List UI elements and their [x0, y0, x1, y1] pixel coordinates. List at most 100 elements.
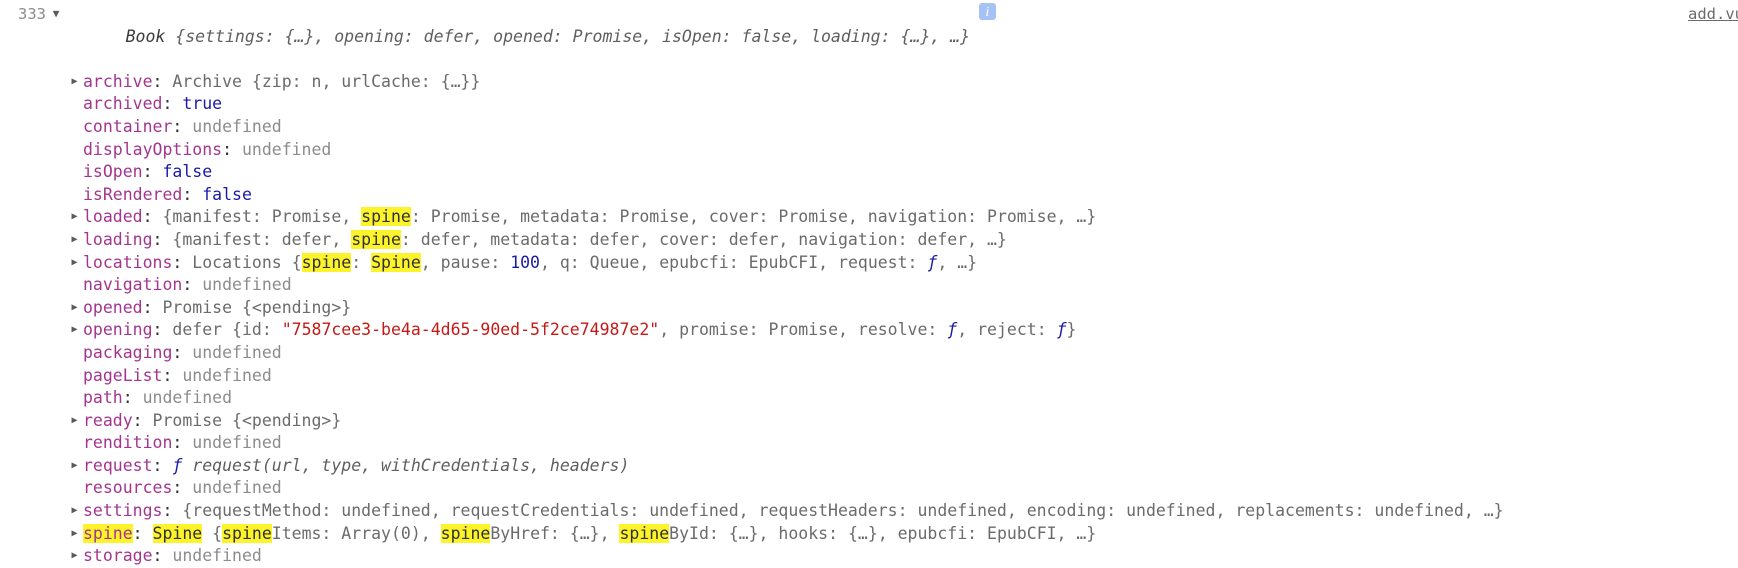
- property-separator: :: [172, 478, 193, 498]
- property-body: settings: {requestMethod: undefined, req…: [83, 500, 1504, 523]
- property-body: locations: Locations {spine: Spine, paus…: [83, 252, 977, 275]
- object-preview[interactable]: Book {settings: {…}, opening: defer, ope…: [66, 3, 970, 71]
- property-body: spine: Spine {spineItems: Array(0), spin…: [83, 523, 1096, 546]
- property-key: locations: [83, 252, 173, 272]
- property-separator: :: [132, 523, 153, 543]
- object-constructor-name: Book: [125, 26, 166, 46]
- property-row[interactable]: archived: true: [66, 93, 1738, 116]
- property-body: storage: undefined: [83, 545, 262, 568]
- expand-collapse-triangle-icon[interactable]: [66, 545, 83, 568]
- property-row[interactable]: displayOptions: undefined: [66, 139, 1738, 162]
- property-key: pageList: [83, 365, 163, 385]
- property-row[interactable]: resources: undefined: [66, 477, 1738, 500]
- property-row[interactable]: request: ƒ request(url, type, withCreden…: [66, 455, 1738, 478]
- property-value: undefined: [192, 116, 282, 136]
- property-body: pageList: undefined: [83, 365, 272, 388]
- property-value: undefined: [241, 139, 332, 159]
- property-body: container: undefined: [83, 116, 282, 139]
- property-value: Items: Array(0),: [271, 523, 441, 543]
- search-highlight: spine: [440, 523, 491, 543]
- property-key: isRendered: [83, 184, 183, 204]
- property-row[interactable]: ready: Promise {<pending>}: [66, 410, 1738, 433]
- property-row[interactable]: settings: {requestMethod: undefined, req…: [66, 500, 1738, 523]
- property-row[interactable]: navigation: undefined: [66, 274, 1738, 297]
- info-icon[interactable]: i: [979, 3, 997, 20]
- property-value: {requestMethod: undefined, requestCreden…: [182, 501, 1504, 521]
- property-value: ƒ: [927, 252, 938, 272]
- property-body: request: ƒ request(url, type, withCreden…: [83, 455, 629, 478]
- property-key: archive: [83, 71, 153, 91]
- property-value: undefined: [142, 388, 233, 408]
- property-value: , q: Queue, epubcfi: EpubCFI, request:: [540, 252, 928, 272]
- property-key: storage: [83, 546, 153, 566]
- expand-collapse-triangle-icon[interactable]: [66, 229, 83, 252]
- property-body: path: undefined: [83, 387, 232, 410]
- search-highlight: spine: [301, 252, 352, 272]
- expand-collapse-triangle-icon[interactable]: [66, 410, 83, 433]
- property-separator: :: [222, 139, 242, 159]
- property-separator: :: [152, 229, 173, 249]
- property-row[interactable]: path: undefined: [66, 387, 1738, 410]
- expand-collapse-triangle-icon[interactable]: [66, 319, 83, 342]
- property-body: ready: Promise {<pending>}: [83, 410, 341, 433]
- source-link[interactable]: add.vu: [1688, 3, 1738, 26]
- property-separator: :: [162, 501, 183, 521]
- property-key: request: [83, 455, 153, 475]
- property-value: undefined: [192, 342, 282, 362]
- property-key: rendition: [83, 433, 173, 453]
- property-value: undefined: [202, 275, 292, 295]
- console-entry-header: 333 Book {settings: {…}, opening: defer,…: [0, 0, 1738, 71]
- property-value: Locations: [192, 252, 282, 272]
- property-value: undefined: [192, 433, 282, 453]
- property-row[interactable]: isOpen: false: [66, 161, 1738, 184]
- property-separator: :: [162, 365, 183, 385]
- expand-collapse-triangle-icon[interactable]: [66, 523, 83, 546]
- property-value: true: [182, 94, 223, 114]
- expand-collapse-triangle-icon[interactable]: [66, 297, 83, 320]
- property-row[interactable]: packaging: undefined: [66, 342, 1738, 365]
- property-value: Promise {<pending>}: [162, 297, 352, 317]
- property-separator: :: [172, 252, 193, 272]
- property-row[interactable]: container: undefined: [66, 116, 1738, 139]
- property-key: container: [83, 116, 173, 136]
- property-separator: :: [142, 162, 163, 182]
- expand-collapse-triangle-icon[interactable]: [46, 3, 66, 26]
- property-key: packaging: [83, 342, 173, 362]
- property-row[interactable]: spine: Spine {spineItems: Array(0), spin…: [66, 523, 1738, 546]
- property-value: {zip: n, urlCache: {…}}: [241, 71, 481, 91]
- property-value: :: [351, 252, 372, 272]
- expand-collapse-triangle-icon[interactable]: [66, 71, 83, 94]
- property-value: ƒ: [1056, 320, 1067, 340]
- property-row[interactable]: pageList: undefined: [66, 365, 1738, 388]
- property-key: loaded: [83, 207, 143, 227]
- property-key: displayOptions: [83, 139, 223, 159]
- expand-collapse-triangle-icon[interactable]: [66, 455, 83, 478]
- property-body: navigation: undefined: [83, 274, 292, 297]
- object-preview-text: {settings: {…}, opening: defer, opened: …: [165, 26, 971, 46]
- property-row[interactable]: loading: {manifest: defer, spine: defer,…: [66, 229, 1738, 252]
- property-separator: :: [152, 71, 173, 91]
- property-body: archived: true: [83, 93, 222, 116]
- expand-collapse-triangle-icon[interactable]: [66, 500, 83, 523]
- property-row[interactable]: archive: Archive {zip: n, urlCache: {…}}: [66, 71, 1738, 94]
- search-highlight: spine: [222, 523, 272, 543]
- property-body: resources: undefined: [83, 477, 282, 500]
- property-row[interactable]: isRendered: false: [66, 184, 1738, 207]
- property-row[interactable]: loaded: {manifest: Promise, spine: Promi…: [66, 206, 1738, 229]
- expand-collapse-triangle-icon[interactable]: [66, 206, 83, 229]
- property-row[interactable]: opening: defer {id: "7587cee3-be4a-4d65-…: [66, 319, 1738, 342]
- property-value: ById: {…}, hooks: {…}, epubcfi: EpubCFI,…: [669, 523, 1097, 543]
- property-key: resources: [83, 478, 173, 498]
- search-highlight: spine: [361, 207, 411, 227]
- property-row[interactable]: locations: Locations {spine: Spine, paus…: [66, 252, 1738, 275]
- property-separator: :: [182, 184, 203, 204]
- expand-collapse-triangle-icon[interactable]: [66, 252, 83, 275]
- property-row[interactable]: storage: undefined: [66, 545, 1738, 565]
- property-row[interactable]: opened: Promise {<pending>}: [66, 297, 1738, 320]
- property-value: , reject:: [957, 320, 1057, 340]
- property-value: , …}: [937, 252, 978, 272]
- property-separator: :: [152, 546, 173, 566]
- property-value: 100: [510, 252, 540, 272]
- property-value: {manifest: defer,: [172, 229, 352, 249]
- property-row[interactable]: rendition: undefined: [66, 432, 1738, 455]
